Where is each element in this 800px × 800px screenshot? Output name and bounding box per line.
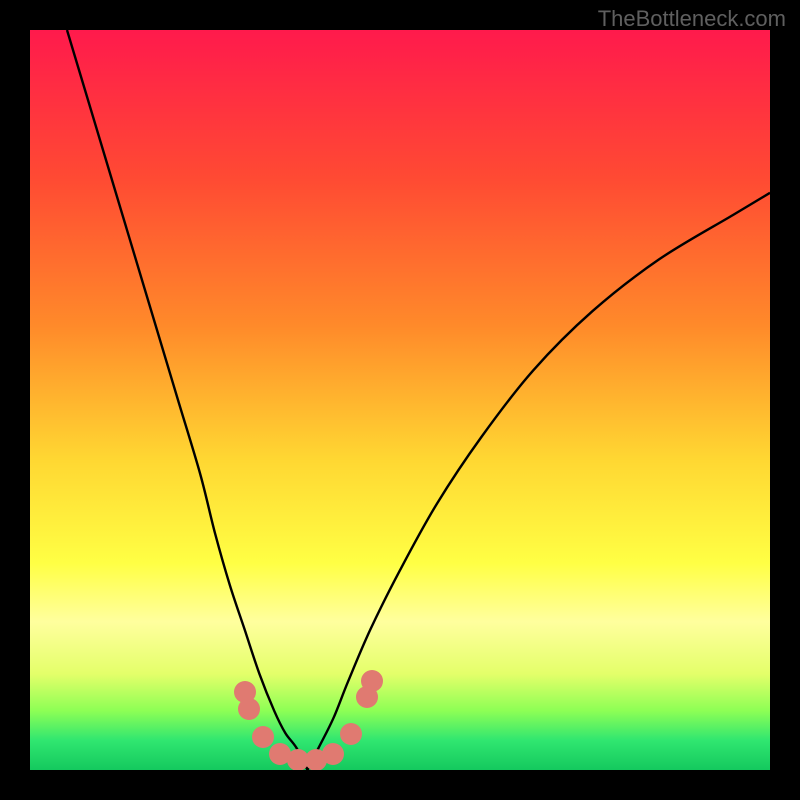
chart-frame: TheBottleneck.com xyxy=(0,0,800,800)
marker-dot xyxy=(238,698,260,720)
watermark-text: TheBottleneck.com xyxy=(598,6,786,32)
marker-dot xyxy=(322,743,344,765)
marker-dot xyxy=(252,726,274,748)
marker-layer xyxy=(30,30,770,770)
marker-dot xyxy=(340,723,362,745)
plot-area xyxy=(30,30,770,770)
marker-dot xyxy=(361,670,383,692)
